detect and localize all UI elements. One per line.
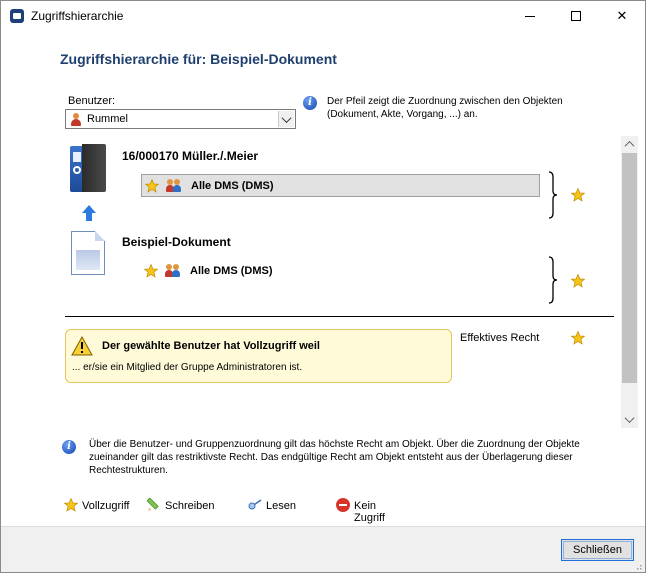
chevron-down-icon[interactable] bbox=[278, 111, 294, 127]
warning-box: Der gewählte Benutzer hat Vollzugriff we… bbox=[65, 329, 452, 383]
star-icon bbox=[571, 331, 585, 345]
dialog-content: Zugriffshierarchie für: Beispiel-Dokumen… bbox=[1, 31, 645, 526]
warning-title: Der gewählte Benutzer hat Vollzugriff we… bbox=[102, 340, 320, 352]
group-icon bbox=[166, 179, 182, 193]
glasses-icon bbox=[248, 498, 262, 512]
arrow-up-icon bbox=[82, 205, 96, 221]
scroll-up-icon[interactable] bbox=[621, 136, 638, 153]
star-icon bbox=[145, 179, 159, 193]
divider bbox=[65, 316, 614, 317]
user-icon bbox=[70, 113, 82, 126]
user-label: Benutzer: bbox=[68, 95, 116, 107]
title-bar: Zugriffshierarchie ✕ bbox=[1, 1, 645, 31]
scroll-down-icon[interactable] bbox=[621, 411, 638, 428]
rights-row-label: Alle DMS (DMS) bbox=[191, 180, 274, 192]
legend-label: Schreiben bbox=[165, 500, 215, 512]
info-arrow-text: Der Pfeil zeigt die Zuordnung zwischen d… bbox=[327, 96, 563, 120]
legend-label: Vollzugriff bbox=[82, 500, 130, 512]
star-icon bbox=[571, 274, 585, 288]
legend-label: Kein Zugriff bbox=[354, 500, 385, 524]
legend-label: Lesen bbox=[266, 500, 296, 512]
star-icon bbox=[571, 188, 585, 202]
dialog-footer: Schließen bbox=[1, 526, 645, 572]
window-title: Zugriffshierarchie bbox=[31, 9, 124, 23]
binder-icon bbox=[70, 144, 106, 194]
info-icon: i bbox=[62, 440, 76, 454]
app-icon bbox=[10, 9, 24, 23]
info-icon: i bbox=[303, 96, 317, 110]
dialog-window: Zugriffshierarchie ✕ Zugriffshierarchie … bbox=[0, 0, 646, 573]
document-icon bbox=[71, 231, 105, 275]
close-button[interactable]: Schließen bbox=[561, 539, 634, 561]
minimize-button[interactable] bbox=[507, 1, 553, 31]
brace-icon bbox=[548, 256, 558, 304]
brace-icon bbox=[548, 171, 558, 219]
star-icon bbox=[144, 264, 158, 278]
close-icon: ✕ bbox=[616, 8, 628, 23]
maximize-icon bbox=[571, 11, 581, 21]
group-icon bbox=[165, 264, 181, 278]
maximize-button[interactable] bbox=[553, 1, 599, 31]
resize-grip-icon[interactable] bbox=[634, 561, 642, 570]
star-icon bbox=[64, 498, 78, 512]
scroll-thumb[interactable] bbox=[622, 153, 637, 383]
rights-row-dokument[interactable]: Alle DMS (DMS) bbox=[141, 260, 540, 283]
effective-right-label: Effektives Recht bbox=[460, 332, 540, 344]
close-window-button[interactable]: ✕ bbox=[599, 1, 645, 31]
object-title-akte: 16/000170 Müller./.Meier bbox=[122, 149, 259, 163]
vertical-scrollbar[interactable] bbox=[621, 136, 638, 428]
info-rights-text: Über die Benutzer- und Gruppenzuordnung … bbox=[89, 439, 580, 476]
minimize-icon bbox=[525, 15, 535, 17]
rights-row-label: Alle DMS (DMS) bbox=[190, 265, 273, 277]
warning-text: ... er/sie ein Mitglied der Gruppe Admin… bbox=[72, 362, 303, 373]
user-select-value: Rummel bbox=[87, 113, 128, 125]
object-title-dokument: Beispiel-Dokument bbox=[122, 235, 231, 249]
pencil-icon bbox=[146, 497, 161, 512]
page-title: Zugriffshierarchie für: Beispiel-Dokumen… bbox=[60, 51, 337, 67]
no-entry-icon bbox=[336, 498, 350, 512]
warning-icon bbox=[71, 335, 93, 356]
user-select[interactable]: Rummel bbox=[65, 109, 296, 129]
rights-row-akte[interactable]: Alle DMS (DMS) bbox=[141, 174, 540, 197]
